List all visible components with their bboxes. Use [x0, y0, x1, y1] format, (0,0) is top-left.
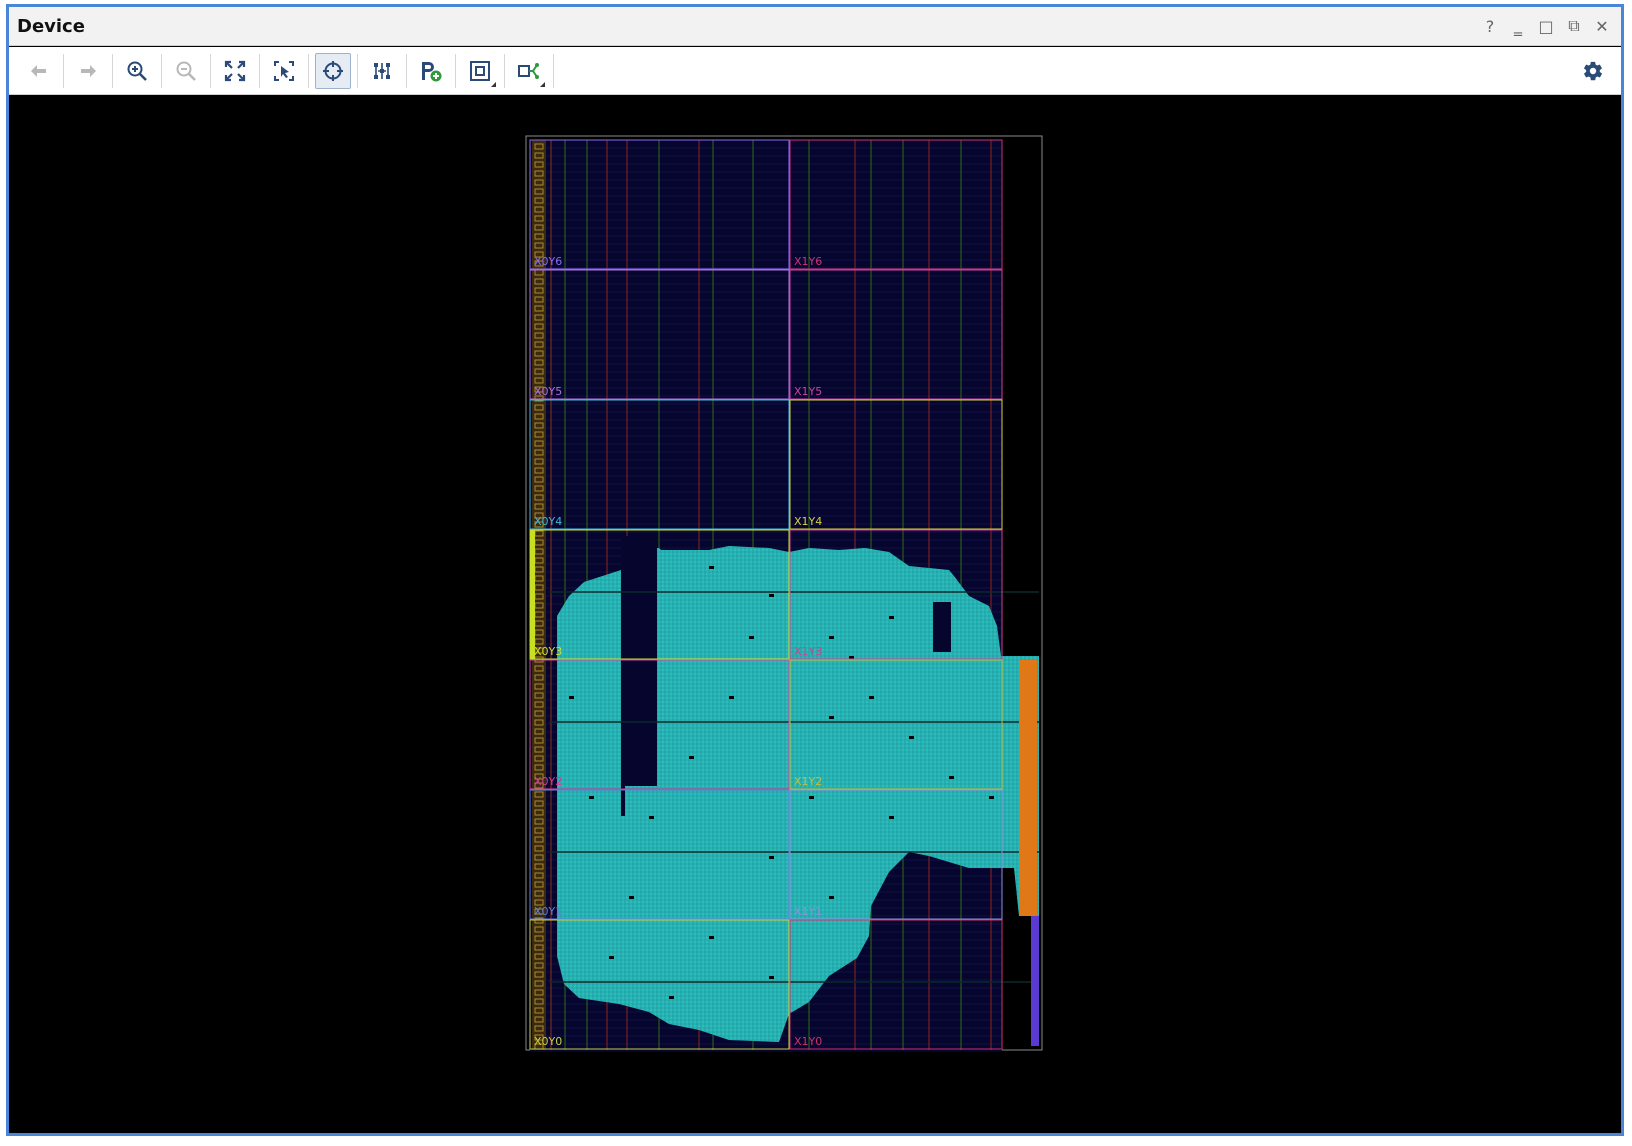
clock-region-label: X0Y2: [534, 775, 562, 788]
toolbar-separator: [112, 53, 113, 88]
toolbar-separator: [210, 53, 211, 88]
clock-region-label: X0Y4: [534, 515, 562, 528]
unused-site: [749, 636, 754, 639]
io-bank-right-lower: [1031, 916, 1039, 1046]
clock-region-label: X0Y5: [534, 385, 562, 398]
io-bank-right: [1019, 660, 1037, 916]
unused-site: [869, 696, 874, 699]
io-bank-highlight: [530, 530, 535, 660]
zoom-out-button[interactable]: [168, 53, 204, 89]
unused-site: [629, 896, 634, 899]
unused-site: [609, 956, 614, 959]
zoom-fit-button[interactable]: [217, 53, 253, 89]
device-window: Device ? ‗ □ ⧉ ✕ X0Y6 X1Y6 X0Y5 X1Y5 X0Y…: [6, 4, 1624, 1136]
forward-button[interactable]: [70, 53, 106, 89]
dropdown-arrow-icon: [540, 81, 545, 87]
create-pblock-button[interactable]: [413, 53, 449, 89]
clock-region-label: X0Y0: [534, 1035, 562, 1048]
unused-site: [949, 776, 954, 779]
maximize-icon[interactable]: □: [1535, 15, 1557, 37]
toolbar-separator: [406, 53, 407, 88]
dropdown-arrow-icon: [491, 81, 496, 87]
zoom-in-button[interactable]: [119, 53, 155, 89]
toolbar-separator: [63, 53, 64, 88]
clock-region-label: X1Y4: [794, 515, 822, 528]
clock-region-label: X0Y6: [534, 255, 562, 268]
window-controls: ? ‗ □ ⧉ ✕: [1479, 15, 1613, 37]
toolbar-separator: [259, 53, 260, 88]
unused-site: [569, 696, 574, 699]
zoom-in-icon: [127, 61, 147, 81]
show-connections-button[interactable]: [511, 53, 547, 89]
unused-site: [689, 756, 694, 759]
toolbar-separator: [455, 53, 456, 88]
unused-site: [669, 996, 674, 999]
unused-site: [769, 856, 774, 859]
zoom-selection-button[interactable]: [266, 53, 302, 89]
zoom-out-icon: [176, 61, 196, 81]
auto-fit-selection-button[interactable]: [315, 52, 351, 89]
clock-region-label: X1Y5: [794, 385, 822, 398]
unplaced-column-gap: [933, 602, 951, 652]
unplaced-column-gap: [621, 536, 657, 786]
unused-site: [829, 896, 834, 899]
routing-resources-button[interactable]: [364, 53, 400, 89]
unused-site: [649, 816, 654, 819]
clock-region-label: X1Y1: [794, 905, 822, 918]
clock-region-label: X1Y0: [794, 1035, 822, 1048]
device-toolbar: [9, 47, 1621, 95]
device-view[interactable]: X0Y6 X1Y6 X0Y5 X1Y5 X0Y4 X1Y4 X0Y3 X1Y3 X0Y2 X1Y2…: [9, 96, 1621, 1133]
gear-icon: [1584, 61, 1602, 81]
clock-region-label: X1Y3: [794, 645, 822, 658]
window-titlebar: Device ? ‗ □ ⧉ ✕: [9, 7, 1621, 46]
clock-region-label: X0Y3: [534, 645, 562, 658]
zoom-fit-icon: [224, 60, 246, 81]
unused-site: [829, 636, 834, 639]
window-title: Device: [17, 15, 85, 37]
minimize-icon[interactable]: ‗: [1507, 15, 1529, 37]
unused-site: [829, 716, 834, 719]
show-connections-icon: [518, 62, 539, 79]
unused-site: [909, 736, 914, 739]
clock-region-label: X1Y6: [794, 255, 822, 268]
back-icon: [31, 64, 46, 77]
create-pblock-icon: [422, 61, 442, 81]
clock-region-label: X0Y1: [534, 905, 562, 918]
unused-site: [889, 616, 894, 619]
routing-resources-icon: [374, 62, 390, 79]
toolbar-separator: [308, 53, 309, 88]
forward-icon: [81, 64, 96, 77]
unused-site: [809, 796, 814, 799]
unused-site: [729, 696, 734, 699]
toolbar-separator: [504, 53, 505, 88]
unused-site: [889, 816, 894, 819]
toolbar-separator: [357, 53, 358, 88]
close-icon[interactable]: ✕: [1591, 15, 1613, 37]
cell-view-button[interactable]: [462, 53, 498, 89]
clock-region-label: X1Y2: [794, 775, 822, 788]
unused-site: [709, 936, 714, 939]
back-button[interactable]: [21, 53, 57, 89]
help-icon[interactable]: ?: [1479, 15, 1501, 37]
unused-site: [589, 796, 594, 799]
zoom-selection-icon: [274, 60, 294, 81]
device-canvas[interactable]: X0Y6 X1Y6 X0Y5 X1Y5 X0Y4 X1Y4 X0Y3 X1Y3 X0Y2 X1Y2…: [9, 96, 1621, 1133]
settings-button[interactable]: [1579, 57, 1607, 85]
unused-site: [989, 796, 994, 799]
unused-site: [769, 594, 774, 597]
restore-icon[interactable]: ⧉: [1563, 15, 1585, 37]
auto-fit-selection-icon: [323, 60, 343, 81]
cell-view-icon: [470, 60, 490, 81]
unused-site: [769, 976, 774, 979]
toolbar-separator: [161, 53, 162, 88]
toolbar-separator: [553, 53, 554, 88]
unused-site: [709, 566, 714, 569]
